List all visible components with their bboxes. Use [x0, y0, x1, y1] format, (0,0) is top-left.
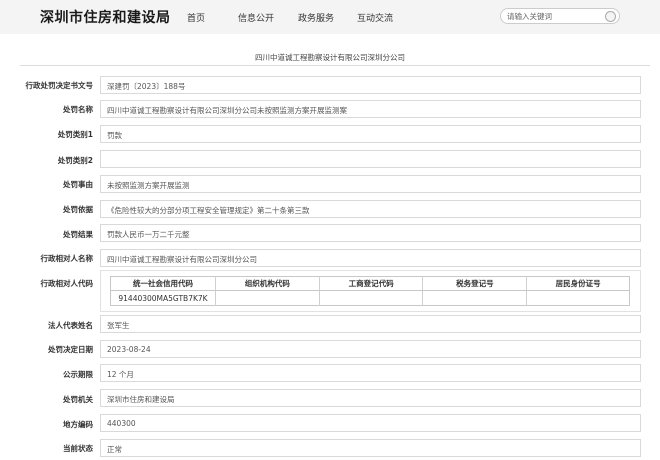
search-icon[interactable] — [605, 11, 616, 22]
field-value-penalty-basis: 《危险性较大的分部分项工程安全管理规定》第二十条第三款 — [100, 200, 641, 218]
field-value-decision-date: 2023-08-24 — [100, 340, 641, 358]
column-header-org-code: 组织机构代码 — [215, 276, 320, 291]
field-label-decision-number: 行政处罚决定书文号 — [25, 81, 94, 90]
field-label-penalty-authority: 处罚机关 — [63, 395, 93, 404]
field-value-party-name: 四川中道诚工程勘察设计有限公司深圳分公司 — [100, 249, 641, 267]
search-input[interactable] — [507, 11, 603, 22]
field-value-penalty-reason: 未按照监测方案开展监测 — [100, 175, 641, 193]
field-label-penalty-name: 处罚名称 — [63, 105, 93, 114]
field-label-legal-rep: 法人代表姓名 — [48, 321, 93, 330]
cell-org-code — [215, 290, 320, 306]
field-value-penalty-authority: 深圳市住房和建设局 — [100, 389, 641, 407]
table-row: 91440300MA5GTB7K7K — [110, 290, 630, 306]
field-label-publicity-period: 公示期限 — [63, 370, 93, 379]
nav-item-home[interactable]: 首页 — [187, 11, 205, 24]
cell-business-reg-code — [319, 290, 424, 306]
field-value-region-code: 440300 — [100, 414, 641, 432]
field-label-penalty-result: 处罚结果 — [63, 230, 93, 239]
field-label-penalty-category-2: 处罚类别2 — [57, 156, 93, 165]
field-value-penalty-name: 四川中道诚工程勘察设计有限公司深圳分公司未按照监测方案开展监测案 — [100, 100, 641, 118]
search-box — [500, 8, 620, 24]
nav-item-gov-services[interactable]: 政务服务 — [298, 11, 334, 24]
party-codes-table: 统一社会信用代码 组织机构代码 工商登记代码 税务登记号 居民身份证号 9144… — [110, 276, 630, 306]
nav-item-info-disclosure[interactable]: 信息公开 — [238, 11, 274, 24]
field-value-decision-number: 深建罚〔2023〕188号 — [100, 76, 641, 94]
column-header-tax-reg-number: 税务登记号 — [422, 276, 528, 291]
field-value-penalty-category-1: 罚款 — [100, 125, 641, 143]
document-title: 四川中道诚工程勘察设计有限公司深圳分公司 — [255, 53, 405, 62]
column-header-credit-code: 统一社会信用代码 — [110, 276, 216, 291]
table-header-row: 统一社会信用代码 组织机构代码 工商登记代码 税务登记号 居民身份证号 — [110, 276, 630, 291]
field-label-current-status: 当前状态 — [63, 444, 93, 453]
field-value-penalty-result: 罚款人民币一万二千元整 — [100, 224, 641, 242]
column-header-business-reg-code: 工商登记代码 — [319, 276, 424, 291]
cell-credit-code: 91440300MA5GTB7K7K — [110, 290, 216, 306]
field-value-penalty-category-2 — [100, 150, 641, 168]
field-label-party-codes: 行政相对人代码 — [40, 279, 94, 288]
cell-tax-reg-number — [422, 290, 528, 306]
field-label-penalty-category-1: 处罚类别1 — [57, 130, 93, 139]
column-header-id-number: 居民身份证号 — [526, 276, 630, 291]
field-value-current-status: 正常 — [100, 439, 641, 457]
field-label-penalty-reason: 处罚事由 — [63, 180, 93, 189]
cell-id-number — [526, 290, 630, 306]
divider — [20, 65, 650, 66]
field-label-region-code: 地方编码 — [63, 420, 93, 429]
field-label-penalty-basis: 处罚依据 — [63, 205, 93, 214]
nav-item-interaction[interactable]: 互动交流 — [357, 11, 393, 24]
field-label-decision-date: 处罚决定日期 — [48, 345, 93, 354]
site-header: 深圳市住房和建设局 首页 信息公开 政务服务 互动交流 — [0, 0, 660, 34]
field-label-party-name: 行政相对人名称 — [40, 254, 94, 263]
site-title[interactable]: 深圳市住房和建设局 — [40, 7, 171, 27]
field-value-legal-rep: 张军生 — [100, 315, 641, 333]
field-value-publicity-period: 12 个月 — [100, 364, 641, 382]
